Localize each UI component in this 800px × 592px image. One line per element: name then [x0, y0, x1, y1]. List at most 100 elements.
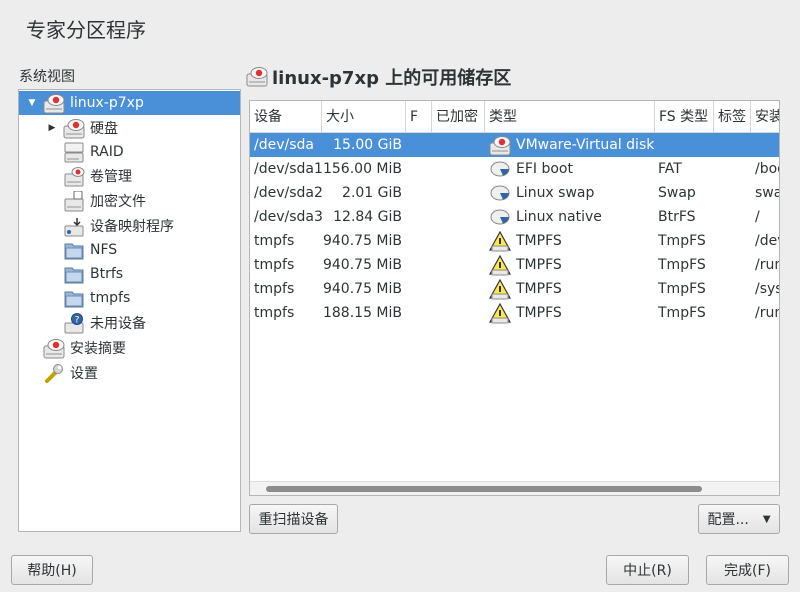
size-cell: 12.84 GiB: [333, 209, 402, 225]
partition-icon: [489, 183, 511, 203]
sidebar-item[interactable]: 卷管理: [19, 164, 240, 188]
mount-cell: /sys: [755, 281, 780, 297]
table-row[interactable]: tmpfs 940.75 MiB TMPFS TmpFS/run: [250, 253, 779, 277]
svg-text:?: ?: [75, 316, 80, 326]
table-row[interactable]: /dev/sda 15.00 GiB VMware-Virtual disk: [250, 133, 779, 157]
raid-icon: [63, 142, 85, 163]
tmpfs-warning-icon: [488, 230, 512, 252]
harddisk-red-icon: [43, 93, 65, 114]
fs-type-cell: TmpFS: [658, 257, 706, 273]
horizontal-scrollbar[interactable]: [250, 481, 779, 495]
label-cell: [718, 253, 748, 277]
expander-open-icon[interactable]: ▼: [27, 98, 37, 108]
size-cell: 2.01 GiB: [342, 185, 402, 201]
sidebar-item[interactable]: 设备映射程序: [19, 214, 240, 238]
column-header[interactable]: 已加密: [432, 101, 485, 133]
sidebar-item[interactable]: 加密文件: [19, 189, 240, 213]
sidebar-item[interactable]: Btrfs: [19, 262, 240, 286]
size-cell: 156.00 MiB: [322, 161, 402, 177]
encrypted-file-icon: [63, 190, 85, 212]
mount-cell: /dev: [755, 233, 779, 249]
sidebar-item-label: 未用设备: [90, 316, 146, 332]
device-mapper-icon: [63, 216, 85, 237]
fs-type-cell: BtrFS: [658, 209, 696, 225]
mount-cell: /run: [755, 257, 779, 273]
mount-cell: [755, 133, 779, 157]
storage-table[interactable]: 设备大小F已加密类型FS 类型标签安装 /dev/sda 15.00 GiB VMw…: [249, 100, 780, 496]
fs-type-cell: TmpFS: [658, 281, 706, 297]
sidebar-item-label: 加密文件: [90, 194, 146, 210]
expander-closed-icon[interactable]: ▶: [47, 123, 57, 133]
label-cell: [718, 133, 748, 157]
sidebar-item[interactable]: tmpfs: [19, 286, 240, 310]
type-cell: VMware-Virtual disk: [516, 137, 655, 153]
column-header[interactable]: F: [406, 101, 432, 133]
wrench-icon: [43, 363, 65, 383]
device-cell: /dev/sda: [254, 137, 314, 153]
sidebar-item[interactable]: 设置: [19, 361, 240, 385]
rescan-devices-button[interactable]: 重扫描设备: [249, 504, 338, 534]
help-button[interactable]: 帮助(H): [11, 555, 93, 585]
sidebar-item-label: 卷管理: [90, 169, 132, 185]
sidebar-item[interactable]: RAID: [19, 140, 240, 164]
app-title: 专家分区程序: [26, 18, 146, 42]
type-cell: Linux native: [516, 209, 602, 225]
column-header[interactable]: 类型: [485, 101, 655, 133]
scrollbar-thumb[interactable]: [266, 486, 702, 492]
label-cell: [718, 229, 748, 253]
device-cell: tmpfs: [254, 281, 295, 297]
page-title: linux-p7xp 上的可用储存区: [272, 68, 512, 89]
type-cell: TMPFS: [516, 257, 562, 273]
table-row[interactable]: /dev/sda2 2.01 GiB Linux swap Swap swa: [250, 181, 779, 205]
column-header[interactable]: FS 类型: [655, 101, 714, 133]
column-header[interactable]: 标签: [714, 101, 751, 133]
table-row[interactable]: /dev/sda3 12.84 GiB Linux native BtrFS /: [250, 205, 779, 229]
main-header: linux-p7xp 上的可用储存区: [246, 64, 511, 90]
label-cell: [718, 157, 748, 181]
system-view-tree[interactable]: ▼ linux-p7xp ▶ 硬盘 RAID 卷管理加密文件设备映射程序 NFS Btrfs t…: [18, 89, 241, 532]
configure-button[interactable]: 配置... ▼: [698, 504, 780, 534]
sidebar-item[interactable]: NFS: [19, 238, 240, 262]
device-cell: /dev/sda1: [254, 161, 323, 177]
column-header[interactable]: 大小: [322, 101, 406, 133]
sidebar-item[interactable]: ▼ linux-p7xp: [19, 91, 240, 115]
size-cell: 15.00 GiB: [333, 137, 402, 153]
sidebar-item[interactable]: ▶ 硬盘: [19, 116, 240, 140]
partition-icon: [489, 207, 511, 227]
folder-icon: [63, 264, 85, 284]
abort-label: 中止(R): [623, 563, 672, 579]
table-header-row: 设备大小F已加密类型FS 类型标签安装: [250, 101, 779, 133]
system-view-heading: 系统视图: [19, 69, 75, 85]
label-cell: [718, 301, 748, 325]
table-row[interactable]: tmpfs 188.15 MiB TMPFS TmpFS/run: [250, 301, 779, 325]
fs-type-cell: [658, 133, 714, 157]
sidebar-item[interactable]: 安装摘要: [19, 336, 240, 360]
type-cell: TMPFS: [516, 281, 562, 297]
table-row[interactable]: tmpfs 940.75 MiB TMPFS TmpFS/sys: [250, 277, 779, 301]
abort-button[interactable]: 中止(R): [606, 555, 689, 585]
table-row[interactable]: /dev/sda1156.00 MiB EFI boot FAT/boo: [250, 157, 779, 181]
sidebar-item-label: linux-p7xp: [70, 95, 144, 111]
type-cell: TMPFS: [516, 305, 562, 321]
size-cell: 188.15 MiB: [322, 305, 402, 321]
fs-type-cell: TmpFS: [658, 233, 706, 249]
finish-button[interactable]: 完成(F): [706, 555, 789, 585]
device-cell: /dev/sda3: [254, 209, 323, 225]
finish-label: 完成(F): [724, 563, 771, 579]
harddisk-red-icon: [43, 338, 65, 359]
sidebar-item[interactable]: ? 未用设备: [19, 311, 240, 335]
rescan-devices-label: 重扫描设备: [258, 512, 329, 528]
volume-manager-icon: [63, 166, 85, 187]
column-header[interactable]: 安装: [751, 101, 779, 133]
label-cell: [718, 205, 748, 229]
size-cell: 940.75 MiB: [322, 233, 402, 249]
help-label: 帮助(H): [27, 563, 77, 579]
harddisk-red-icon: [63, 118, 85, 139]
folder-icon: [63, 288, 85, 308]
tmpfs-warning-icon: [488, 254, 512, 276]
mount-cell: /run: [755, 305, 779, 321]
sidebar-item-label: RAID: [90, 144, 124, 160]
table-row[interactable]: tmpfs 940.75 MiB TMPFS TmpFS/dev: [250, 229, 779, 253]
column-header[interactable]: 设备: [250, 101, 322, 133]
mount-cell: /boo: [755, 161, 779, 177]
